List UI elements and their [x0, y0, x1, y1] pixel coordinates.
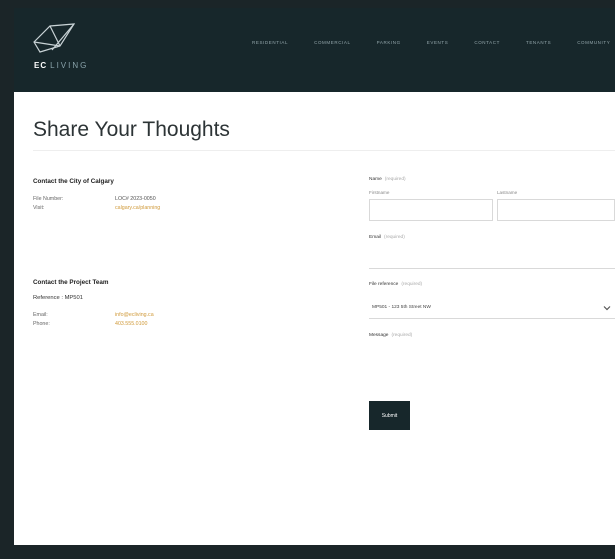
file-number-value: LOC# 2023-0050 [115, 196, 156, 202]
message-label: Message (required) [369, 333, 412, 338]
visit-link[interactable]: calgary.ca/planning [115, 205, 160, 211]
nav-item-community[interactable]: Community [577, 40, 610, 52]
frame-left [0, 0, 14, 559]
firstname-input[interactable] [369, 199, 493, 221]
project-contact-heading: Contact the Project Team [33, 279, 109, 286]
reference-select[interactable]: MP501 - 123 5th Street NW [372, 305, 431, 310]
email-link[interactable]: info@ecliving.ca [115, 312, 154, 318]
email-required: (required) [384, 235, 405, 240]
visit-label: Visit: [33, 205, 45, 211]
lastname-input[interactable] [497, 199, 615, 221]
nav-item-residential[interactable]: Residential [252, 40, 288, 52]
firstname-label: Firstname [369, 190, 390, 195]
message-required: (required) [391, 333, 413, 338]
frame-top [0, 0, 615, 8]
site-header: EC LIVING Residential Commercial Parking … [14, 8, 615, 92]
title-divider [33, 150, 615, 151]
email-field-label-text: Email [369, 235, 381, 240]
reference-required: (required) [401, 282, 423, 287]
nav-item-contact[interactable]: Contact [474, 40, 500, 52]
message-label-text: Message [369, 333, 389, 338]
submit-button[interactable]: Submit [369, 401, 410, 430]
footer-bar [0, 545, 615, 559]
reference-underline [369, 318, 615, 319]
nav-item-commercial[interactable]: Commercial [314, 40, 351, 52]
main-nav: Residential Commercial Parking Events Co… [252, 40, 615, 52]
logo-wordmark[interactable]: EC LIVING [34, 61, 88, 70]
name-label-text: Name [369, 177, 382, 182]
phone-label: Phone: [33, 321, 50, 327]
nav-item-events[interactable]: Events [427, 40, 449, 52]
project-reference: Reference : MP501 [33, 295, 83, 301]
nav-item-tenants[interactable]: Tenants [526, 40, 551, 52]
file-number-label: File Number: [33, 196, 64, 202]
email-field-label: Email (required) [369, 235, 405, 240]
nav-item-parking[interactable]: Parking [377, 40, 401, 52]
lastname-label: Lastname [497, 190, 518, 195]
email-input[interactable] [369, 268, 615, 269]
logo-mark-text: EC [34, 61, 48, 70]
logo-word-text: LIVING [50, 61, 89, 70]
name-required: (required) [384, 177, 406, 182]
name-label: Name (required) [369, 177, 406, 182]
logo-mark-icon[interactable] [30, 20, 82, 58]
chevron-down-icon[interactable] [602, 303, 612, 313]
city-contact-heading: Contact the City of Calgary [33, 178, 114, 185]
page-title: Share Your Thoughts [33, 118, 230, 141]
phone-link[interactable]: 403.555.0100 [115, 321, 147, 327]
reference-label-text: File reference [369, 282, 399, 287]
email-label: Email: [33, 312, 48, 318]
reference-label: File reference (required) [369, 282, 422, 287]
